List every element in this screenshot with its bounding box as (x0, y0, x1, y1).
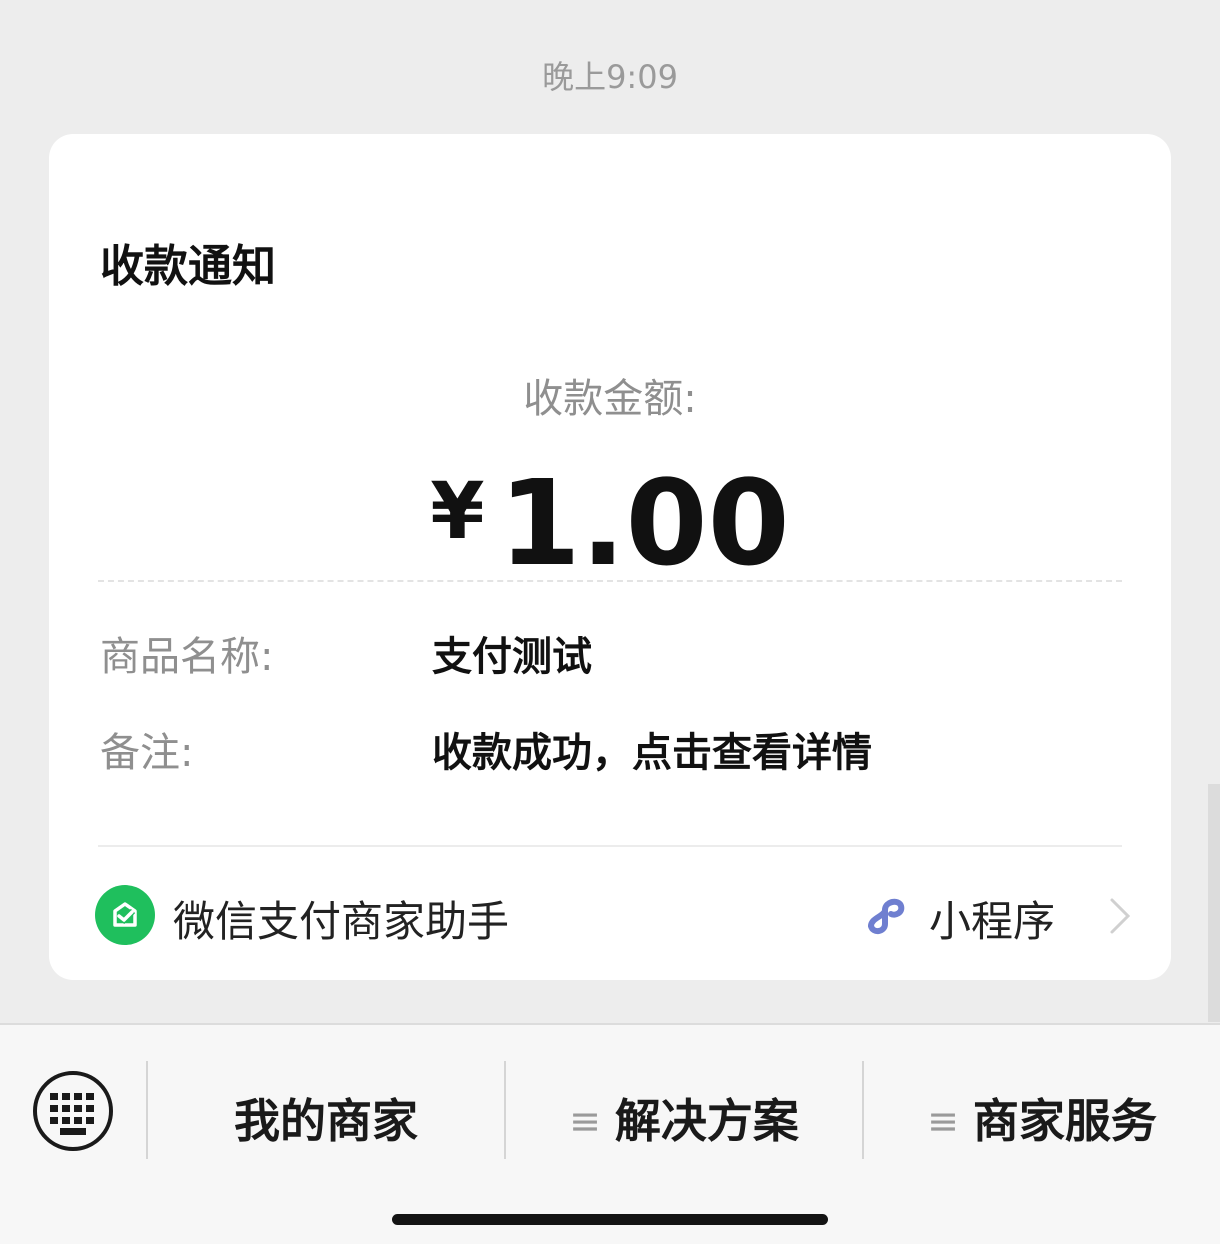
amount-display: ¥1.00 (49, 454, 1171, 592)
payment-notification-card[interactable]: 收款通知 收款金额: ¥1.00 商品名称: 支付测试 备注: 收款成功，点击查… (49, 134, 1171, 980)
wechat-pay-merchant-icon (95, 885, 155, 945)
dashed-divider (98, 580, 1122, 582)
menu-item-my-merchant[interactable]: 我的商家 (148, 1085, 504, 1151)
card-title: 收款通知 (100, 241, 276, 292)
home-indicator[interactable] (392, 1214, 828, 1225)
hamburger-icon: ≡ (927, 1099, 959, 1143)
amount-value: 1.00 (498, 454, 790, 592)
chevron-right-icon (1107, 896, 1133, 936)
scrollbar[interactable] (1208, 784, 1220, 1022)
message-timestamp: 晚上9:09 (542, 58, 678, 96)
currency-symbol: ¥ (430, 467, 485, 557)
menu-item-label: 我的商家 (234, 1094, 418, 1148)
hamburger-icon: ≡ (569, 1099, 601, 1143)
field-label: 备注: (100, 730, 194, 776)
field-label: 商品名称: (100, 634, 274, 680)
field-value: 收款成功，点击查看详情 (432, 730, 872, 776)
footer-divider (98, 845, 1122, 847)
mini-program-icon (861, 890, 911, 940)
mini-program-footer[interactable]: 微信支付商家助手 小程序 (95, 884, 1131, 946)
amount-label: 收款金额: (523, 376, 697, 422)
menu-item-label: 解决方案 (614, 1094, 799, 1148)
mini-program-label: 小程序 (929, 897, 1056, 946)
keyboard-icon[interactable] (32, 1070, 114, 1152)
menu-item-solutions[interactable]: ≡ 解决方案 (506, 1085, 862, 1151)
menu-item-label: 商家服务 (972, 1094, 1157, 1148)
menu-item-merchant-services[interactable]: ≡ 商家服务 (864, 1085, 1220, 1151)
field-value: 支付测试 (432, 634, 592, 680)
bottom-menu-bar: 我的商家 ≡ 解决方案 ≡ 商家服务 (0, 1023, 1220, 1244)
app-name: 微信支付商家助手 (173, 897, 510, 946)
